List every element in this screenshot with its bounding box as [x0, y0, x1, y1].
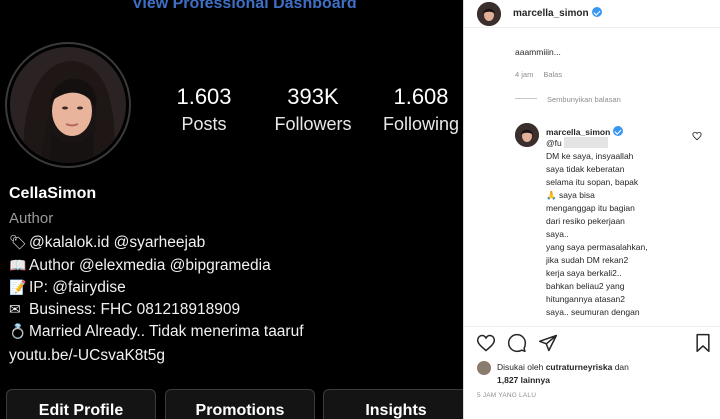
bio-line-brands[interactable]: 🏷 @kalalok.id @syarheejab — [9, 234, 205, 252]
label-tag-icon: 🏷 — [9, 234, 27, 250]
reply-line: jika sudah DM rekan2 — [546, 255, 629, 265]
profile-screenshot: View Professional Dashboard 1.603 Posts … — [0, 0, 463, 419]
username-text: marcella_simon — [513, 8, 589, 19]
bio-text: Business: FHC 081218918909 — [29, 301, 241, 318]
stat-followers[interactable]: 393K Followers — [268, 84, 358, 135]
bookmark-icon[interactable] — [693, 333, 713, 358]
bio-line-business: ✉ Business: FHC 081218918909 — [9, 301, 240, 319]
reply-line: DM ke saya, insyaallah — [546, 151, 634, 161]
liked-by-suffix: dan — [614, 362, 629, 372]
profile-category: Author — [9, 210, 54, 227]
heart-icon[interactable] — [692, 128, 702, 146]
comment-time: 4 jam — [515, 70, 534, 79]
stat-posts[interactable]: 1.603 Posts — [168, 84, 240, 135]
bio-website-link[interactable]: youtu.be/-UCsvaK8t5g — [9, 347, 165, 365]
profile-name: CellaSimon — [9, 185, 97, 202]
bio-text: @kalalok.id @syarheejab — [29, 234, 206, 251]
memo-icon: 📝 — [9, 279, 27, 295]
previous-comment-text: aaammiiin... — [515, 47, 561, 57]
stat-following[interactable]: 1.608 Following — [378, 84, 463, 135]
reply-author-username[interactable]: marcella_simon — [546, 126, 624, 137]
reply-line: saya.. — [546, 229, 569, 239]
followers-count: 393K — [287, 84, 339, 109]
insights-button[interactable]: Insights — [323, 389, 463, 419]
posts-count: 1.603 — [176, 84, 232, 109]
comment-icon[interactable] — [507, 333, 527, 358]
reply-line: 🙏 saya bisa — [546, 190, 595, 200]
bio-text: IP: @fairydise — [29, 279, 126, 296]
profile-avatar[interactable] — [10, 47, 126, 163]
bio-text: Author @elexmedia @bipgramedia — [29, 257, 271, 274]
reply-line: saya.. seumuran dengan — [546, 307, 640, 317]
likes-count-link[interactable]: 1,827 lainnya — [497, 375, 550, 385]
bio-line-ip[interactable]: 📝 IP: @fairydise — [9, 279, 126, 297]
post-action-bar — [464, 326, 720, 356]
reply-line: kerja saya berkali2.. — [546, 268, 622, 278]
reply-line: saya tidak keberatan — [546, 164, 625, 174]
following-count: 1.608 — [393, 84, 449, 109]
username-text: marcella_simon — [546, 127, 611, 137]
avatar[interactable] — [477, 2, 501, 26]
previous-comment-meta: 4 jam Balas — [515, 70, 562, 79]
comment-panel: marcella_simon aaammiiin... 4 jam Balas S… — [463, 0, 720, 419]
open-book-icon: 📖 — [9, 257, 27, 273]
edit-profile-button[interactable]: Edit Profile — [6, 389, 156, 419]
reply-line: hitungannya atasan2 — [546, 294, 625, 304]
post-author-username[interactable]: marcella_simon — [513, 7, 602, 19]
professional-dashboard-link[interactable]: View Professional Dashboard — [132, 0, 357, 13]
verified-badge-icon — [613, 126, 624, 136]
verified-badge-icon — [591, 7, 602, 17]
avatar[interactable] — [515, 123, 539, 147]
heart-icon[interactable] — [476, 333, 496, 358]
reply-line: menganggap itu bagian — [546, 203, 635, 213]
redacted-text — [564, 137, 608, 148]
ring-icon: 💍 — [9, 323, 27, 339]
reply-link[interactable]: Balas — [543, 70, 562, 79]
promotions-button[interactable]: Promotions — [165, 389, 315, 419]
reply-line: selama itu sopan, bapak — [546, 177, 639, 187]
posts-label: Posts — [181, 114, 227, 134]
reply-line: dari resiko pekerjaan — [546, 216, 625, 226]
hide-replies-link[interactable]: Sembunyikan balasan — [515, 95, 621, 104]
envelope-icon: ✉ — [9, 301, 21, 317]
post-header: marcella_simon — [464, 0, 720, 28]
post-timestamp: 5 JAM YANG LALU — [477, 392, 537, 399]
bio-line-married: 💍 Married Already.. Tidak menerima taaruf — [9, 323, 304, 341]
followers-label: Followers — [274, 114, 352, 134]
bio-line-author[interactable]: 📖 Author @elexmedia @bipgramedia — [9, 257, 271, 275]
liked-by-prefix: Disukai oleh — [497, 362, 544, 372]
reply-line: bahkan beliau2 yang — [546, 281, 625, 291]
avatar[interactable] — [477, 361, 491, 375]
reply-line: yang saya permasalahkan, — [546, 242, 648, 252]
bio-text: Married Already.. Tidak menerima taaruf — [29, 323, 304, 340]
share-icon[interactable] — [538, 333, 558, 358]
liked-by-text: Disukai oleh cutraturneyriska dan — [497, 362, 629, 372]
following-label: Following — [382, 114, 460, 134]
liked-by-user-link[interactable]: cutraturneyriska — [546, 362, 613, 372]
